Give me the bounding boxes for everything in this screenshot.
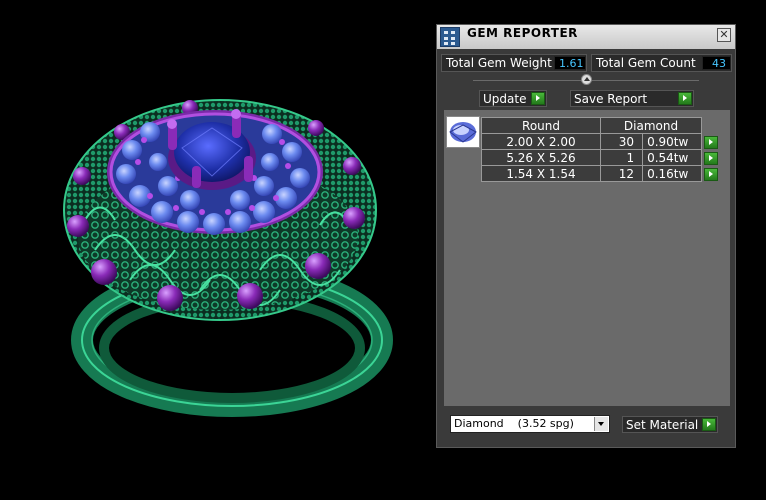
total-gem-count-label: Total Gem Count — [596, 56, 696, 70]
row-select-button[interactable] — [703, 151, 718, 165]
gem-size: 5.26 X 5.26 — [481, 149, 601, 166]
gem-list-area: Round Diamond 2.00 X 2.00 30 0.90tw 5.26… — [444, 110, 730, 406]
chevron-down-icon[interactable] — [594, 417, 608, 431]
gem-weight: 0.90tw — [642, 133, 702, 150]
material-header: Diamond — [600, 117, 702, 134]
save-report-button[interactable]: Save Report — [570, 90, 694, 107]
gem-reporter-app-icon — [440, 27, 460, 47]
gem-size: 1.54 X 1.54 — [481, 165, 601, 182]
play-icon — [678, 92, 692, 105]
total-gem-count-value: 43 — [702, 56, 731, 70]
material-dropdown-value: Diamond (3.52 spg) — [454, 417, 574, 430]
close-button[interactable]: ✕ — [717, 28, 731, 42]
total-gem-weight: Total Gem Weight 1.61 — [441, 54, 587, 72]
close-icon: ✕ — [719, 28, 729, 41]
gem-count: 12 — [599, 165, 644, 182]
gem-count: 30 — [599, 133, 644, 150]
gem-reporter-panel: GEM REPORTER ✕ Total Gem Weight 1.61 Tot… — [436, 24, 736, 448]
panel-title: GEM REPORTER — [467, 26, 578, 40]
total-gem-count: Total Gem Count 43 — [591, 54, 732, 72]
play-icon — [531, 92, 545, 105]
gem-table-header: Round Diamond — [481, 117, 719, 134]
update-button-label: Update — [483, 92, 527, 106]
update-button[interactable]: Update — [479, 90, 547, 107]
set-material-button-label: Set Material — [626, 418, 699, 432]
gem-weight: 0.54tw — [642, 149, 702, 166]
round-diamond-icon[interactable] — [446, 116, 480, 148]
play-icon — [702, 418, 716, 431]
ring-render — [63, 99, 393, 417]
table-row[interactable]: 5.26 X 5.26 1 0.54tw — [481, 149, 719, 166]
save-report-button-label: Save Report — [574, 92, 648, 106]
gem-weight: 0.16tw — [642, 165, 702, 182]
gem-size: 2.00 X 2.00 — [481, 133, 601, 150]
table-row[interactable]: 1.54 X 1.54 12 0.16tw — [481, 165, 719, 182]
ring-head — [63, 99, 377, 321]
3d-viewport[interactable] — [0, 0, 430, 500]
set-material-button[interactable]: Set Material — [622, 416, 718, 433]
collapse-icon[interactable] — [581, 74, 592, 85]
row-select-button[interactable] — [703, 135, 718, 149]
material-dropdown[interactable]: Diamond (3.52 spg) — [450, 415, 610, 433]
panel-titlebar[interactable]: GEM REPORTER ✕ — [437, 25, 735, 49]
table-row[interactable]: 2.00 X 2.00 30 0.90tw — [481, 133, 719, 150]
shape-header: Round — [481, 117, 601, 134]
gem-count: 1 — [599, 149, 644, 166]
row-select-button[interactable] — [703, 167, 718, 181]
total-gem-weight-value: 1.61 — [554, 56, 586, 70]
gem-table: Round Diamond 2.00 X 2.00 30 0.90tw 5.26… — [481, 117, 719, 182]
total-gem-weight-label: Total Gem Weight — [446, 56, 552, 70]
